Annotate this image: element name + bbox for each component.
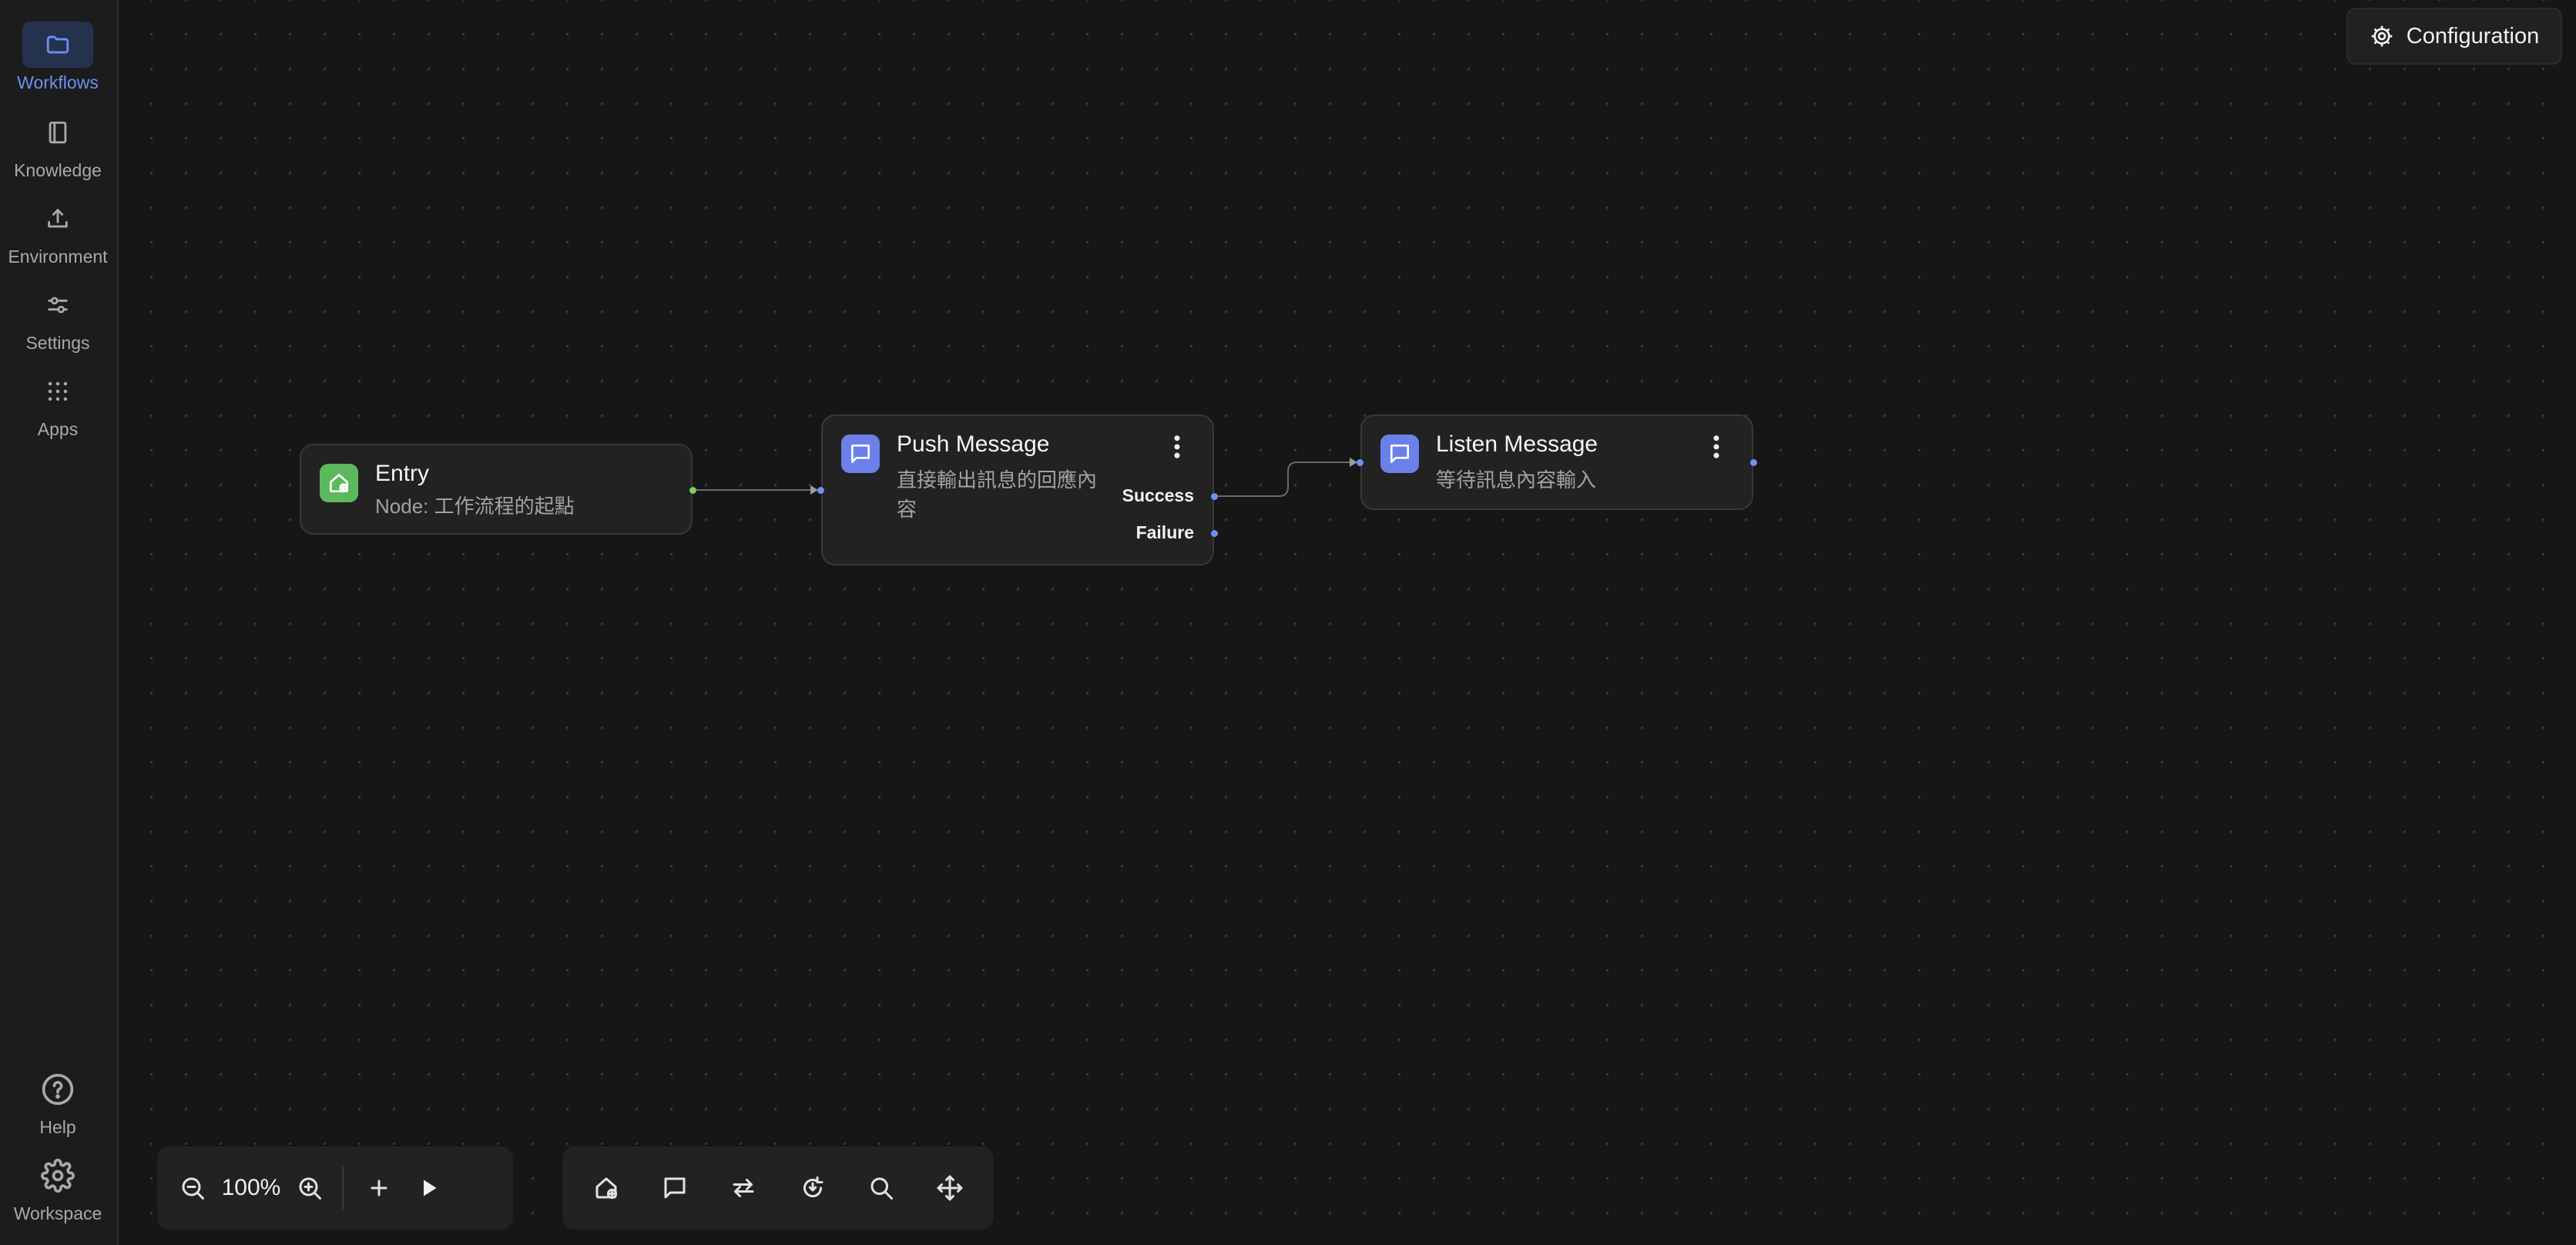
node-subtitle: Node: 工作流程的起點	[375, 495, 575, 518]
auto-layout-button[interactable]	[782, 1157, 844, 1219]
push-input-port[interactable]	[817, 487, 824, 494]
sidebar-item-label: Apps	[37, 419, 79, 439]
sliders-icon	[22, 282, 93, 328]
sidebar-item-apps[interactable]: Apps	[0, 368, 116, 440]
tools-toolbar	[562, 1146, 994, 1230]
move-button[interactable]	[919, 1157, 981, 1219]
search-icon	[870, 1177, 893, 1200]
push-success-port[interactable]	[1211, 493, 1218, 500]
gear-icon	[2370, 24, 2394, 49]
swap-button[interactable]	[713, 1157, 774, 1219]
sidebar-item-workspace[interactable]: Workspace	[0, 1153, 116, 1224]
configuration-button[interactable]: Configuration	[2346, 8, 2562, 65]
sidebar-item-knowledge[interactable]: Knowledge	[0, 109, 116, 181]
comment-icon	[664, 1177, 686, 1199]
book-icon	[22, 109, 93, 156]
listen-output-port[interactable]	[1750, 459, 1757, 466]
more-vertical-icon	[1713, 435, 1719, 458]
sidebar-item-label: Settings	[25, 333, 90, 353]
node-entry[interactable]: Entry Node: 工作流程的起點	[300, 444, 693, 535]
help-circle-icon	[22, 1066, 93, 1112]
toolbar-divider	[342, 1166, 344, 1210]
port-label-failure: Failure	[1135, 522, 1194, 542]
node-listen-message[interactable]: Listen Message 等待訊息內容輸入	[1360, 414, 1753, 510]
more-vertical-icon	[1174, 435, 1180, 458]
gear-icon	[22, 1153, 93, 1199]
zoom-in-icon	[299, 1177, 321, 1200]
sidebar-item-help[interactable]: Help	[0, 1066, 116, 1138]
upload-icon	[22, 196, 93, 242]
auto-layout-icon	[803, 1176, 823, 1198]
node-menu-button[interactable]	[1163, 430, 1191, 464]
sidebar-item-workflows[interactable]: Workflows	[0, 22, 116, 93]
search-button[interactable]	[850, 1157, 912, 1219]
sidebar-item-label: Help	[39, 1117, 76, 1137]
folder-icon	[22, 22, 93, 68]
entry-output-port[interactable]	[689, 487, 696, 494]
push-failure-port[interactable]	[1211, 530, 1218, 537]
node-subtitle: 直接輸出訊息的回應內容	[897, 468, 1098, 521]
message-icon	[841, 435, 880, 473]
sidebar-item-environment[interactable]: Environment	[0, 196, 116, 267]
zoom-out-button[interactable]	[171, 1157, 214, 1219]
node-menu-button[interactable]	[1702, 430, 1730, 464]
move-icon	[937, 1175, 963, 1201]
listen-input-port[interactable]	[1357, 459, 1363, 466]
node-title: Entry	[375, 461, 430, 486]
sidebar: Workflows Knowledge Environment Settings…	[0, 0, 119, 1245]
node-push-message[interactable]: Push Message 直接輸出訊息的回應內容 Success Failure	[821, 414, 1214, 565]
plus-icon	[371, 1180, 387, 1196]
sidebar-item-label: Knowledge	[14, 160, 102, 180]
add-node-button[interactable]	[354, 1157, 404, 1219]
add-comment-button[interactable]	[644, 1157, 706, 1219]
node-title: Push Message	[897, 431, 1050, 457]
home-plus-icon	[320, 464, 358, 502]
zoom-out-icon	[182, 1177, 204, 1200]
add-entry-icon	[595, 1177, 617, 1200]
grid-icon	[22, 368, 93, 414]
zoom-in-button[interactable]	[288, 1157, 331, 1219]
port-label-success: Success	[1122, 485, 1194, 505]
play-icon	[424, 1180, 437, 1196]
configuration-label: Configuration	[2406, 23, 2540, 49]
sidebar-item-label: Workspace	[13, 1203, 102, 1223]
run-button[interactable]	[404, 1157, 453, 1219]
node-subtitle: 等待訊息內容輸入	[1436, 468, 1597, 492]
zoom-level: 100%	[221, 1175, 281, 1200]
node-title: Listen Message	[1436, 431, 1598, 457]
workflow-canvas[interactable]	[120, 0, 2576, 1245]
message-icon	[1380, 435, 1419, 473]
sidebar-item-label: Workflows	[17, 72, 99, 92]
sidebar-item-settings[interactable]: Settings	[0, 282, 116, 354]
sidebar-item-label: Environment	[8, 247, 108, 267]
add-entry-button[interactable]	[575, 1157, 637, 1219]
zoom-toolbar: 100%	[157, 1146, 513, 1230]
swap-icon	[733, 1179, 754, 1197]
